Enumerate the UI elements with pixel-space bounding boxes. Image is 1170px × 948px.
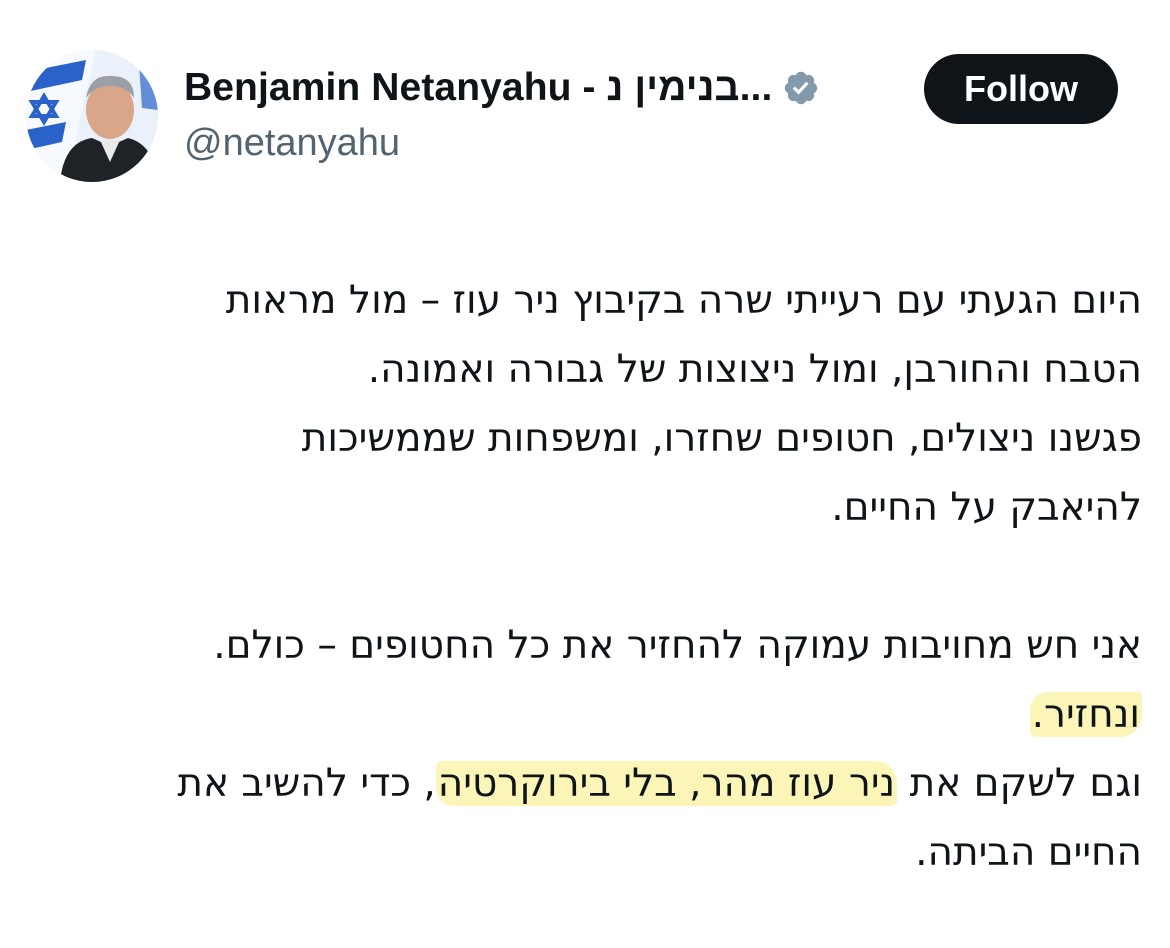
tweet-line: אני חש מחויבות עמוקה להחזיר את כל החטופי…: [213, 623, 1142, 668]
tweet-line: החיים הביתה.: [915, 830, 1142, 875]
tweet-line: הטבח והחורבן, ומול ניצוצות של גבורה ואמו…: [367, 347, 1142, 392]
profile-avatar[interactable]: [26, 50, 158, 182]
tweet-line: להיאבק על החיים.: [831, 485, 1142, 530]
tweet-line: וגם לשקם את ניר עוז מהר, בלי בירוקרטיה, …: [24, 749, 1142, 818]
tweet-line: ונחזיר.: [24, 680, 1142, 749]
tweet-line: פגשנו ניצולים, חטופים שחזרו, ומשפחות שממ…: [301, 416, 1142, 461]
highlighted-text: ונחזיר.: [1029, 692, 1142, 737]
follow-button[interactable]: Follow: [924, 54, 1118, 124]
tweet-line: היום הגעתי עם רעייתי שרה בקיבוץ ניר עוז …: [225, 278, 1142, 323]
highlighted-text: ניר עוז מהר, בלי בירוקרטיה: [435, 761, 898, 806]
author-display-name[interactable]: Benjamin Netanyahu - בנימין נ...: [184, 66, 772, 110]
verified-badge-icon[interactable]: [782, 69, 820, 107]
avatar-photo: [26, 50, 158, 182]
tweet-text-part: , כדי להשיב את: [177, 761, 436, 806]
author-name-row: Benjamin Netanyahu - בנימין נ...: [184, 66, 820, 110]
tweet-text-part: וגם לשקם את: [897, 761, 1142, 806]
tweet-text: היום הגעתי עם רעייתי שרה בקיבוץ ניר עוז …: [24, 266, 1142, 887]
author-handle[interactable]: @netanyahu: [184, 122, 400, 165]
